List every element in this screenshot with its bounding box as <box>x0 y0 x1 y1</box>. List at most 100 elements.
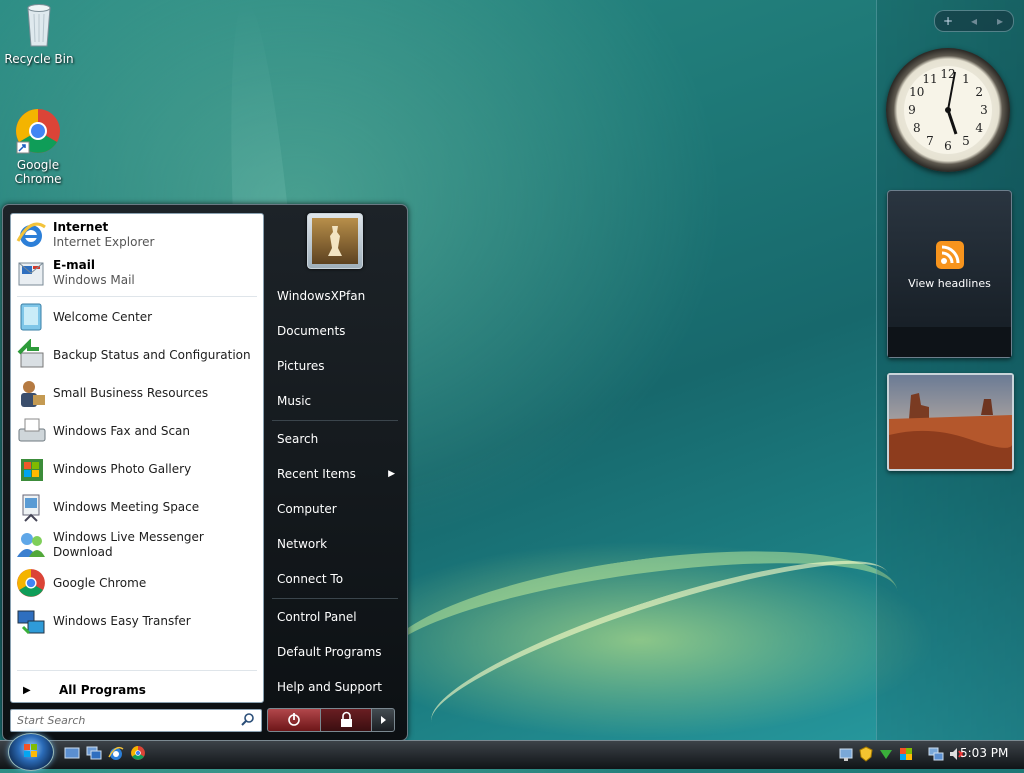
places-item-recent-items[interactable]: Recent Items ▶ <box>275 459 403 489</box>
places-item-search[interactable]: Search <box>275 424 403 454</box>
desktop-icon-recycle-bin[interactable]: Recycle Bin <box>1 2 77 66</box>
chrome-icon <box>15 567 47 599</box>
places-item-user[interactable]: WindowsXPfan <box>275 281 403 311</box>
recent-item-label: Welcome Center <box>53 309 153 324</box>
places-item-default-programs[interactable]: Default Programs <box>275 637 403 667</box>
slideshow-gadget[interactable] <box>887 373 1014 471</box>
all-programs-button[interactable]: ▶ All Programs <box>15 680 259 700</box>
pinned-item-internet[interactable]: Internet Internet Explorer <box>15 217 259 253</box>
recent-item-label: Windows Photo Gallery <box>53 461 192 476</box>
messenger-icon <box>15 529 47 561</box>
places-separator <box>272 598 398 599</box>
recent-item-business[interactable]: Small Business Resources <box>15 375 259 411</box>
network-connection-icon[interactable] <box>928 746 944 762</box>
shutdown-options-button[interactable] <box>371 708 395 732</box>
recent-item-messenger[interactable]: Windows Live Messenger Download <box>15 527 259 563</box>
clock-numeral: 7 <box>926 134 934 148</box>
landscape-photo-icon <box>889 375 1012 469</box>
add-gadget-button[interactable]: + <box>935 14 961 28</box>
clock-numeral: 2 <box>975 85 983 99</box>
clock-numeral: 11 <box>922 72 937 86</box>
quick-launch <box>64 745 146 761</box>
places-item-control-panel[interactable]: Control Panel <box>275 602 403 632</box>
recent-item-label: Windows Fax and Scan <box>53 423 191 438</box>
recent-item-label: Small Business Resources <box>53 385 209 400</box>
feed-gadget-footer <box>888 327 1011 357</box>
recent-items-label: Recent Items <box>277 467 356 481</box>
backup-icon <box>15 338 47 371</box>
recent-item-photo-gallery[interactable]: Windows Photo Gallery <box>15 451 259 487</box>
power-button[interactable] <box>267 708 321 732</box>
pinned-item-subtitle: Internet Explorer <box>53 235 155 249</box>
windows-update-icon[interactable] <box>898 746 914 762</box>
photo-gallery-icon <box>15 453 47 485</box>
taskbar-clock[interactable]: 5:03 PM <box>960 746 1008 760</box>
arrow-right-icon: ▶ <box>23 684 31 696</box>
recent-item-fax-scan[interactable]: Windows Fax and Scan <box>15 413 259 449</box>
all-programs-label: All Programs <box>59 683 146 697</box>
places-item-network[interactable]: Network <box>275 529 403 559</box>
welcome-center-icon <box>15 301 47 333</box>
lock-button[interactable] <box>320 708 372 732</box>
places-item-documents[interactable]: Documents <box>275 316 403 346</box>
easy-transfer-icon <box>15 605 47 637</box>
network-icon[interactable] <box>838 746 854 762</box>
feed-headlines-gadget[interactable]: View headlines <box>887 190 1012 358</box>
recent-item-label: Windows Live Messenger Download <box>53 530 204 559</box>
analog-clock-icon: 12 1234567891011 <box>904 66 992 154</box>
chrome-icon <box>15 108 61 154</box>
recent-item-label: Google Chrome <box>53 575 147 590</box>
desktop-icon-label: Google Chrome <box>14 158 62 186</box>
recent-item-meeting-space[interactable]: Windows Meeting Space <box>15 489 259 525</box>
start-menu-programs-pane: Internet Internet Explorer E-mail Windows … <box>10 213 264 703</box>
places-item-pictures[interactable]: Pictures <box>275 351 403 381</box>
recycle-bin-icon <box>22 2 56 48</box>
places-item-help-support[interactable]: Help and Support <box>275 672 403 702</box>
places-separator <box>272 420 398 421</box>
system-tray <box>838 744 964 764</box>
submenu-arrow-icon: ▶ <box>388 469 395 479</box>
clock-gadget[interactable]: 12 1 2 3 4 5 6 7 8 9 10 11 <box>886 48 1010 172</box>
search-placeholder: Start Search <box>17 714 86 727</box>
pinned-item-subtitle: Windows Mail <box>53 273 135 287</box>
recent-item-welcome-center[interactable]: Welcome Center <box>15 299 259 335</box>
clock-numeral: 9 <box>908 103 916 117</box>
clock-numeral: 1 <box>962 72 970 86</box>
recent-item-chrome[interactable]: Google Chrome <box>15 565 259 601</box>
fax-scan-icon <box>15 415 47 447</box>
arrow-right-icon <box>381 716 386 724</box>
clock-numeral: 6 <box>944 139 952 153</box>
clock-numeral: 5 <box>962 134 970 148</box>
wallpaper-streak <box>416 528 904 768</box>
show-desktop-icon[interactable] <box>64 745 80 761</box>
pinned-separator <box>17 296 257 297</box>
clock-numeral: 8 <box>913 121 921 135</box>
switch-windows-icon[interactable] <box>86 745 102 761</box>
chrome-icon[interactable] <box>130 745 146 761</box>
places-item-computer[interactable]: Computer <box>275 494 403 524</box>
clock-numeral: 10 <box>909 85 924 99</box>
pinned-item-title: Internet <box>53 220 109 234</box>
desktop-icon-chrome[interactable]: Google Chrome <box>0 108 76 186</box>
next-gadgets-button[interactable]: ▸ <box>987 14 1013 28</box>
start-button[interactable] <box>8 733 54 771</box>
recent-item-easy-transfer[interactable]: Windows Easy Transfer <box>15 603 259 639</box>
view-headlines-label: View headlines <box>908 277 991 290</box>
pinned-item-title: E-mail <box>53 258 96 272</box>
pinned-item-email[interactable]: E-mail Windows Mail <box>15 255 259 291</box>
user-avatar[interactable] <box>307 213 363 269</box>
places-item-music[interactable]: Music <box>275 386 403 416</box>
safely-remove-icon[interactable] <box>878 746 894 762</box>
meeting-space-icon <box>15 491 47 523</box>
windows-mail-icon <box>15 257 47 289</box>
places-item-connect-to[interactable]: Connect To <box>275 564 403 594</box>
recent-item-label: Windows Meeting Space <box>53 499 200 514</box>
internet-explorer-icon[interactable] <box>108 745 124 761</box>
start-search-input[interactable]: Start Search <box>10 709 262 732</box>
recent-item-label: Windows Easy Transfer <box>53 613 191 628</box>
recent-item-backup[interactable]: Backup Status and Configuration <box>15 337 259 373</box>
previous-gadgets-button[interactable]: ◂ <box>961 14 987 28</box>
rss-icon <box>936 241 964 269</box>
security-shield-icon[interactable] <box>858 746 874 762</box>
business-resources-icon <box>15 377 47 409</box>
